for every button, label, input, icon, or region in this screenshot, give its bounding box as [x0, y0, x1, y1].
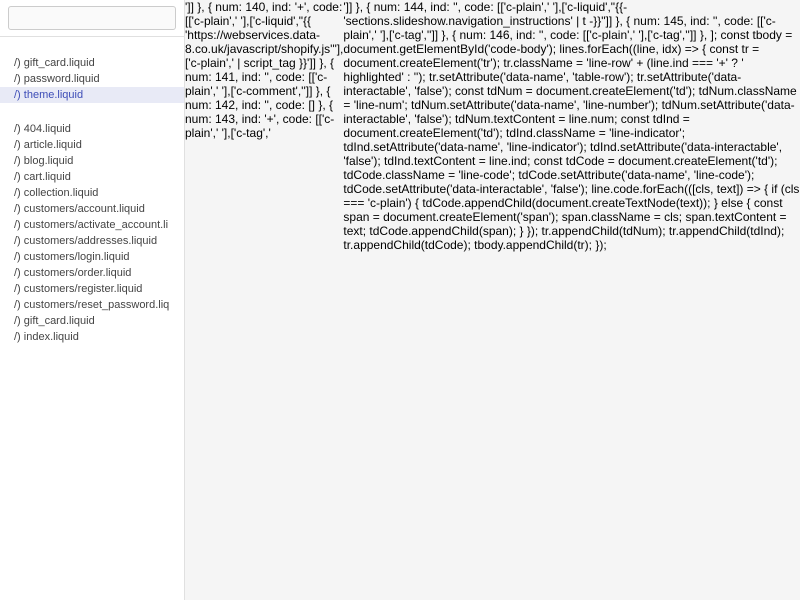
template-file-404[interactable]: /) 404.liquid	[0, 121, 184, 137]
search-container	[0, 0, 184, 37]
template-file-collection[interactable]: /) collection.liquid	[0, 185, 184, 201]
sidebar: /) gift_card.liquid /) password.liquid /…	[0, 0, 185, 600]
layout-file-password[interactable]: /) password.liquid	[0, 71, 184, 87]
template-file-gift-card[interactable]: /) gift_card.liquid	[0, 313, 184, 329]
layout-file-gift-card[interactable]: /) gift_card.liquid	[0, 55, 184, 71]
template-file-index[interactable]: /) index.liquid	[0, 329, 184, 345]
template-file-cart[interactable]: /) cart.liquid	[0, 169, 184, 185]
template-file-article[interactable]: /) article.liquid	[0, 137, 184, 153]
template-file-customers-reset[interactable]: /) customers/reset_password.liq	[0, 297, 184, 313]
template-file-customers-login[interactable]: /) customers/login.liquid	[0, 249, 184, 265]
template-file-customers-activate[interactable]: /) customers/activate_account.li	[0, 217, 184, 233]
template-file-customers-addresses[interactable]: /) customers/addresses.liquid	[0, 233, 184, 249]
layout-section-label	[0, 37, 184, 49]
template-file-blog[interactable]: /) blog.liquid	[0, 153, 184, 169]
templates-section-label	[0, 103, 184, 115]
layout-file-theme[interactable]: /) theme.liquid	[0, 87, 184, 103]
template-file-customers-register[interactable]: /) customers/register.liquid	[0, 281, 184, 297]
search-input[interactable]	[8, 6, 176, 30]
template-file-customers-account[interactable]: /) customers/account.liquid	[0, 201, 184, 217]
template-file-customers-order[interactable]: /) customers/order.liquid	[0, 265, 184, 281]
